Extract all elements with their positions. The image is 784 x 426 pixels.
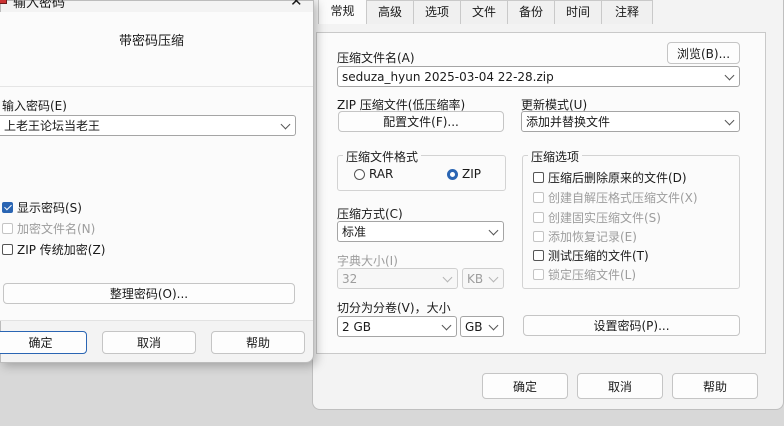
update-mode-select[interactable]: 添加并替换文件 bbox=[521, 111, 740, 132]
option-test-checkbox[interactable]: 测试压缩的文件(T) bbox=[533, 247, 649, 264]
tab-advanced[interactable]: 高级 bbox=[366, 0, 414, 24]
chevron-down-icon bbox=[441, 320, 452, 330]
checkbox-icon bbox=[533, 269, 544, 280]
option-label: 压缩后删除原来的文件(D) bbox=[548, 171, 687, 185]
method-label: 压缩方式(C) bbox=[337, 207, 403, 221]
checkbox-icon bbox=[533, 212, 544, 223]
checkbox-icon bbox=[533, 231, 544, 242]
archive-name-combobox[interactable]: seduza_hyun 2025-03-04 22-28.zip bbox=[337, 66, 740, 87]
split-unit-value: GB bbox=[465, 319, 483, 334]
method-value: 标准 bbox=[342, 225, 367, 239]
checkbox-checked-icon bbox=[2, 202, 13, 213]
format-rar-radio[interactable]: RAR bbox=[354, 167, 393, 181]
chevron-down-icon bbox=[488, 225, 499, 235]
password-dialog-title: 输入密码 bbox=[13, 0, 66, 11]
archive-ok-button[interactable]: 确定 bbox=[482, 373, 568, 399]
chevron-down-icon bbox=[280, 119, 291, 129]
archive-options-group-title: 压缩选项 bbox=[528, 148, 583, 165]
format-zip-label: ZIP bbox=[462, 167, 481, 181]
tab-files[interactable]: 文件 bbox=[460, 0, 508, 24]
divider bbox=[0, 86, 313, 87]
zip-legacy-encryption-checkbox[interactable]: ZIP 传统加密(Z) bbox=[2, 241, 105, 258]
password-value: 上老王论坛当老王 bbox=[4, 119, 101, 133]
organize-passwords-button[interactable]: 整理密码(O)... bbox=[3, 283, 295, 304]
encrypt-filenames-label: 加密文件名(N) bbox=[17, 222, 96, 236]
method-select[interactable]: 标准 bbox=[337, 221, 504, 242]
winrar-app-icon bbox=[0, 0, 7, 4]
set-password-button[interactable]: 设置密码(P)... bbox=[523, 315, 740, 336]
option-recovery-checkbox[interactable]: 添加恢复记录(E) bbox=[533, 228, 637, 245]
close-icon[interactable]: ✕ bbox=[290, 0, 303, 10]
archive-help-button[interactable]: 帮助 bbox=[672, 373, 758, 399]
divider bbox=[0, 320, 313, 321]
archive-name-label: 压缩文件名(A) bbox=[337, 51, 415, 65]
password-input[interactable]: 上老王论坛当老王 bbox=[0, 115, 296, 136]
checkbox-icon bbox=[2, 244, 13, 255]
show-password-checkbox[interactable]: 显示密码(S) bbox=[2, 199, 82, 216]
configure-profile-button[interactable]: 配置文件(F)... bbox=[338, 111, 504, 132]
archive-cancel-button[interactable]: 取消 bbox=[577, 373, 663, 399]
option-label: 锁定压缩文件(L) bbox=[548, 268, 637, 282]
password-dialog-content bbox=[0, 12, 313, 320]
tab-options[interactable]: 选项 bbox=[413, 0, 461, 24]
chevron-down-icon bbox=[488, 320, 499, 330]
chevron-down-icon bbox=[488, 272, 499, 282]
update-mode-value: 添加并替换文件 bbox=[526, 115, 611, 129]
chevron-down-icon bbox=[442, 272, 453, 282]
password-help-button[interactable]: 帮助 bbox=[211, 331, 305, 354]
password-dialog-heading: 带密码压缩 bbox=[119, 34, 185, 49]
checkbox-icon bbox=[2, 223, 13, 234]
option-label: 创建自解压格式压缩文件(X) bbox=[548, 191, 698, 205]
zip-legacy-encryption-label: ZIP 传统加密(Z) bbox=[17, 243, 106, 257]
option-label: 添加恢复记录(E) bbox=[548, 230, 637, 244]
password-dialog-titlebar: 输入密码 ✕ bbox=[0, 0, 314, 12]
tab-comment[interactable]: 注释 bbox=[601, 0, 653, 24]
format-zip-radio[interactable]: ZIP bbox=[447, 167, 481, 181]
dictionary-select[interactable]: 32 bbox=[337, 268, 458, 289]
format-group-title: 压缩文件格式 bbox=[343, 148, 422, 165]
split-unit-select[interactable]: GB bbox=[460, 316, 504, 337]
option-delete-after-checkbox[interactable]: 压缩后删除原来的文件(D) bbox=[533, 169, 687, 186]
radio-off-icon bbox=[354, 168, 365, 180]
archive-name-value: seduza_hyun 2025-03-04 22-28.zip bbox=[342, 69, 554, 84]
split-size-combobox[interactable]: 2 GB bbox=[337, 316, 457, 337]
radio-on-icon bbox=[447, 168, 458, 180]
dictionary-unit-value: KB bbox=[467, 271, 484, 286]
tab-backup[interactable]: 备份 bbox=[507, 0, 555, 24]
dictionary-unit-select[interactable]: KB bbox=[462, 268, 504, 289]
split-volume-label: 切分为分卷(V)，大小 bbox=[337, 301, 451, 315]
checkbox-icon bbox=[533, 250, 544, 261]
tab-general[interactable]: 常规 bbox=[318, 0, 367, 24]
password-label: 输入密码(E) bbox=[2, 99, 67, 113]
chevron-down-icon bbox=[724, 70, 735, 80]
option-label: 创建固实压缩文件(S) bbox=[548, 211, 661, 225]
option-label: 测试压缩的文件(T) bbox=[548, 249, 649, 263]
dictionary-label: 字典大小(I) bbox=[337, 254, 398, 268]
tab-time[interactable]: 时间 bbox=[554, 0, 602, 24]
checkbox-icon bbox=[533, 172, 544, 183]
option-sfx-checkbox[interactable]: 创建自解压格式压缩文件(X) bbox=[533, 189, 698, 206]
browse-button[interactable]: 浏览(B)... bbox=[667, 42, 740, 64]
split-size-value: 2 GB bbox=[342, 319, 371, 334]
dictionary-value: 32 bbox=[342, 271, 358, 286]
password-ok-button[interactable]: 确定 bbox=[0, 331, 87, 354]
chevron-down-icon bbox=[724, 115, 735, 125]
password-cancel-button[interactable]: 取消 bbox=[102, 331, 196, 354]
checkbox-icon bbox=[533, 192, 544, 203]
show-password-label: 显示密码(S) bbox=[17, 201, 82, 215]
option-solid-checkbox[interactable]: 创建固实压缩文件(S) bbox=[533, 209, 661, 226]
encrypt-filenames-checkbox[interactable]: 加密文件名(N) bbox=[2, 220, 95, 237]
option-lock-checkbox[interactable]: 锁定压缩文件(L) bbox=[533, 266, 636, 283]
format-rar-label: RAR bbox=[369, 167, 394, 181]
